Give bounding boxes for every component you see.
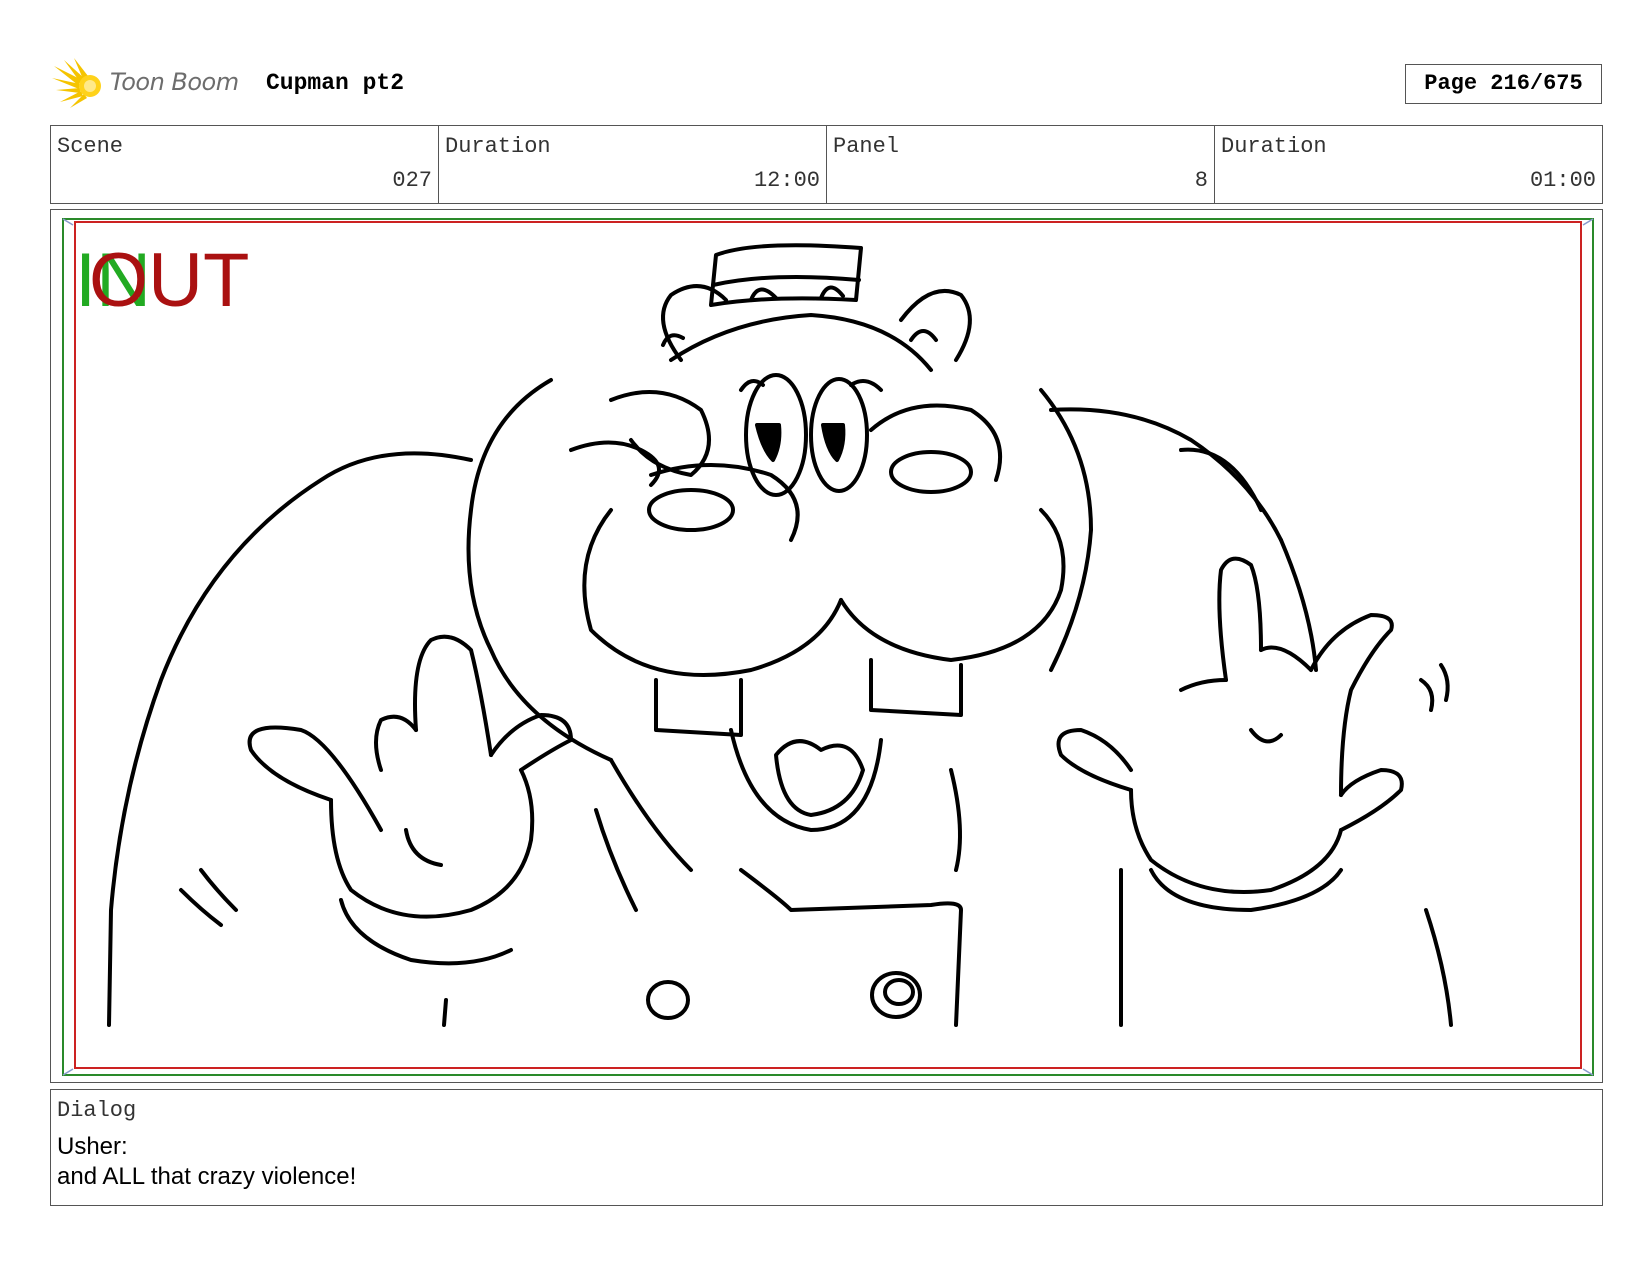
starburst-icon: [52, 58, 101, 108]
scene-cell: Scene 027: [51, 126, 439, 203]
project-title: Cupman pt2: [266, 70, 405, 96]
panel-duration-cell: Duration 01:00: [1215, 126, 1602, 203]
logo-wordmark: Toon Boom: [110, 68, 239, 96]
dialog-speaker: Usher:: [57, 1133, 128, 1160]
storyboard-panel: IN OUT: [50, 209, 1603, 1083]
panel-label: Panel: [833, 134, 900, 159]
dialog-line: and ALL that crazy violence!: [57, 1163, 357, 1190]
dialog-box: Dialog Usher: and ALL that crazy violenc…: [50, 1089, 1603, 1206]
scene-duration-value: 12:00: [753, 168, 820, 193]
toon-boom-logo: Toon Boom: [52, 58, 252, 110]
panel-duration-label: Duration: [1221, 134, 1327, 159]
scene-label: Scene: [57, 134, 124, 159]
dialog-text: Usher: and ALL that crazy violence!: [57, 1132, 356, 1192]
panel-cell: Panel 8: [827, 126, 1215, 203]
safe-frame-red: [74, 221, 1582, 1069]
frame-corner-marks: [62, 218, 1594, 1076]
page-counter: Page 216/675: [1405, 64, 1602, 104]
panel-drawing: IN OUT: [62, 218, 1594, 1076]
dialog-label: Dialog: [57, 1098, 137, 1123]
scene-duration-cell: Duration 12:00: [439, 126, 827, 203]
out-marker: OUT: [89, 238, 249, 323]
scene-value: 027: [392, 168, 432, 193]
panel-duration-value: 01:00: [1529, 168, 1596, 193]
panel-info-row: Scene 027 Duration 12:00 Panel 8 Duratio…: [50, 125, 1603, 204]
panel-value: 8: [1194, 168, 1208, 193]
scene-duration-label: Duration: [445, 134, 551, 159]
character-sketch: [107, 243, 1453, 1027]
safe-frame-green: [62, 218, 1594, 1076]
